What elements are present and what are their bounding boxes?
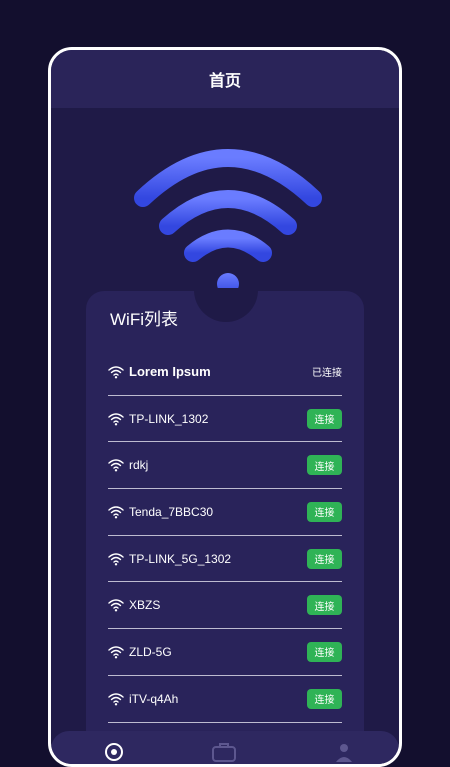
network-name: TP-LINK_1302 (129, 411, 209, 426)
wifi-list: Lorem Ipsum 已连接 TP-LINK_1302 连接 rdkj 连接 Tenda_… (108, 349, 342, 723)
bottom-nav (51, 731, 399, 764)
app-header: 首页 (51, 50, 399, 108)
wifi-network-row[interactable]: XBZS 连接 (108, 582, 342, 630)
wifi-signal-icon (108, 506, 124, 519)
wifi-icon (134, 149, 322, 295)
wifi-network-row[interactable]: Lorem Ipsum 已连接 (108, 349, 342, 396)
page-title: 首页 (208, 73, 241, 90)
connect-button[interactable]: 连接 (307, 688, 342, 709)
network-name: rdkj (129, 458, 149, 473)
wifi-list-card: WiFi列表 Lorem Ipsum 已连接 TP-LINK_1302 连接 rdkj 连… (86, 291, 364, 751)
wifi-signal-icon (108, 366, 124, 379)
wifi-hero (51, 108, 399, 308)
wifi-signal-icon (108, 646, 124, 659)
connect-button[interactable]: 连接 (307, 408, 342, 429)
wifi-network-row[interactable]: rdkj 连接 (108, 442, 342, 490)
wifi-signal-icon (108, 412, 124, 426)
wifi-signal-icon (108, 692, 124, 706)
connect-button[interactable]: 连接 (307, 501, 342, 522)
profile-icon[interactable] (333, 741, 355, 763)
connected-status: 已连接 (312, 368, 342, 380)
network-name: iTV-q4Ah (129, 691, 179, 706)
connect-button[interactable]: 连接 (307, 595, 342, 616)
wifi-network-row[interactable]: TP-LINK_1302 连接 (108, 396, 342, 443)
network-name: XBZS (129, 598, 161, 613)
connect-button[interactable]: 连接 (307, 455, 342, 476)
network-name: Lorem Ipsum (129, 364, 211, 380)
toolbox-icon[interactable] (211, 741, 237, 763)
wifi-list-title: WiFi列表 (110, 310, 178, 329)
wifi-network-row[interactable]: ZLD-5G 连接 (108, 629, 342, 676)
network-name: TP-LINK_5G_1302 (129, 551, 232, 566)
network-name: ZLD-5G (129, 644, 172, 659)
connect-button[interactable]: 连接 (307, 641, 342, 662)
connect-button[interactable]: 连接 (307, 548, 342, 569)
wifi-network-row[interactable]: TP-LINK_5G_1302 连接 (108, 536, 342, 583)
wifi-signal-icon (108, 552, 124, 566)
wifi-signal-icon (108, 459, 124, 472)
wifi-network-row[interactable]: Tenda_7BBC30 连接 (108, 489, 342, 536)
network-name: Tenda_7BBC30 (129, 504, 214, 519)
phone-frame: 首页 WiFi列表 Lorem Ipsum 已连接 TP-LINK_1302 连接 rd… (48, 47, 402, 767)
home-icon[interactable] (103, 741, 125, 763)
wifi-signal-icon (108, 599, 124, 612)
wifi-network-row[interactable]: iTV-q4Ah 连接 (108, 676, 342, 723)
